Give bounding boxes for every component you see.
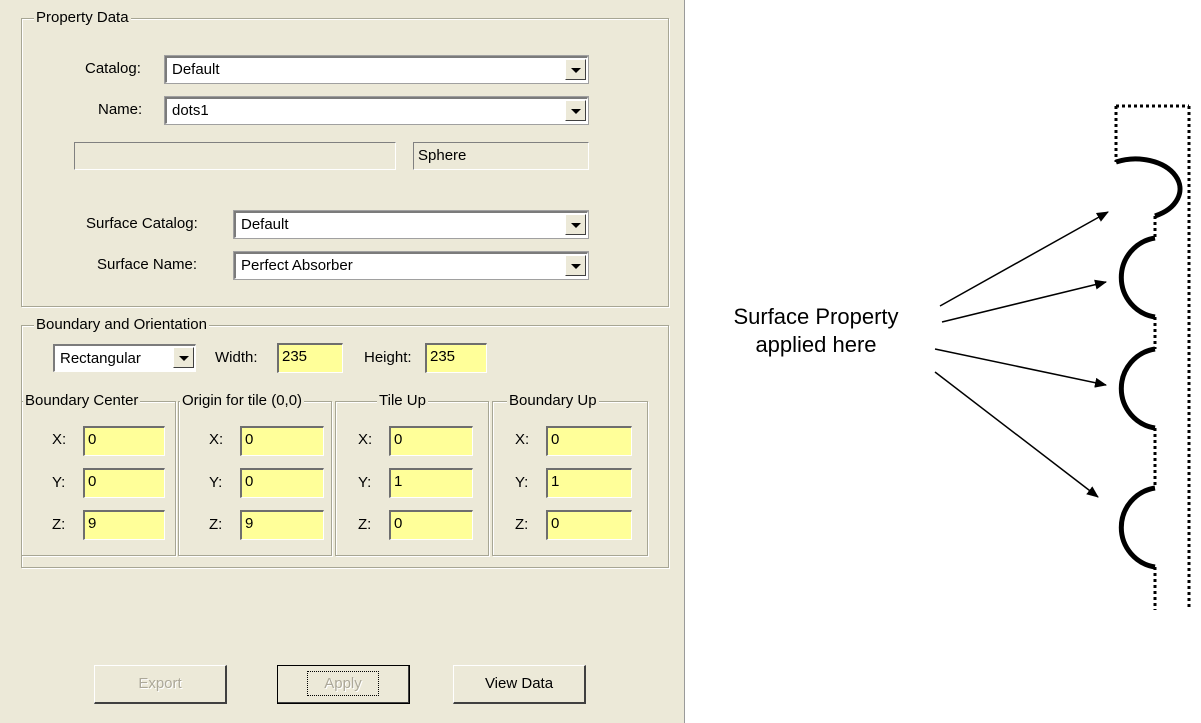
callout-line-1: Surface Property bbox=[733, 304, 899, 329]
sphere-dot-2 bbox=[1118, 235, 1156, 320]
sphere-dot-3 bbox=[1118, 346, 1156, 431]
callout-arrows bbox=[934, 211, 1109, 498]
arrow-1 bbox=[939, 211, 1109, 307]
sphere-dots bbox=[1115, 156, 1183, 570]
arrow-4 bbox=[934, 371, 1099, 498]
surface-property-callout: Surface Property applied here bbox=[692, 303, 940, 359]
surface-diagram bbox=[934, 104, 1191, 610]
callout-line-2: applied here bbox=[755, 332, 877, 357]
sphere-dot-4 bbox=[1118, 485, 1156, 570]
sphere-dot-1 bbox=[1115, 156, 1183, 219]
arrow-3 bbox=[934, 348, 1107, 388]
arrow-2 bbox=[941, 279, 1107, 323]
